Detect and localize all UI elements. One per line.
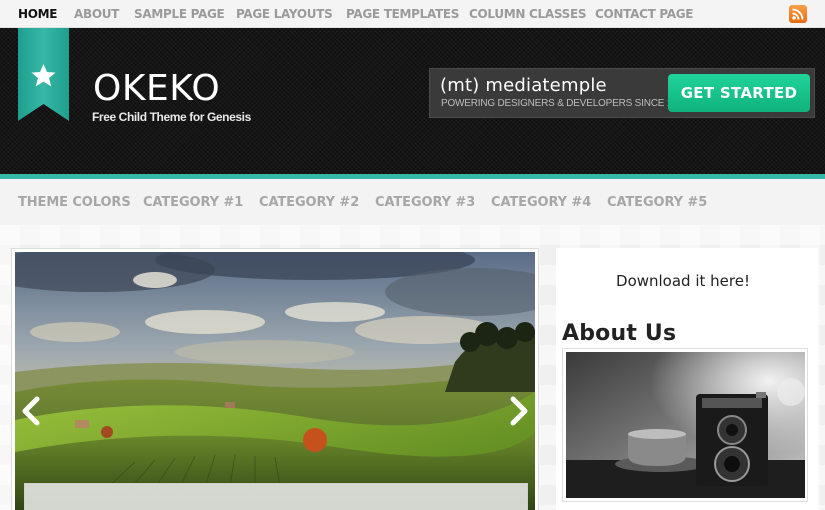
ad-brand-logo: (mt) mediatemple — [440, 75, 607, 96]
subnav-category-5[interactable]: CATEGORY #5 — [607, 179, 707, 225]
top-navigation: HOME ABOUT SAMPLE PAGE PAGE LAYOUTS PAGE… — [0, 0, 825, 28]
site-title[interactable]: OKEKO — [93, 71, 220, 107]
mediatemple-ad-banner[interactable]: (mt) mediatemple POWERING DESIGNERS & DE… — [429, 68, 815, 118]
chevron-right-icon[interactable] — [506, 396, 532, 426]
chevron-left-icon[interactable] — [18, 396, 44, 426]
top-nav-page-layouts[interactable]: PAGE LAYOUTS — [236, 0, 333, 28]
top-nav-sample-page[interactable]: SAMPLE PAGE — [134, 0, 225, 28]
star-ribbon-icon — [18, 28, 69, 121]
download-link[interactable]: Download it here! — [556, 272, 810, 290]
top-nav-contact-page[interactable]: CONTACT PAGE — [595, 0, 694, 28]
landscape-hills-photo[interactable] — [15, 252, 535, 510]
subnav-category-2[interactable]: CATEGORY #2 — [259, 179, 359, 225]
subnav-category-3[interactable]: CATEGORY #3 — [375, 179, 475, 225]
category-navigation: THEME COLORS CATEGORY #1 CATEGORY #2 CAT… — [0, 179, 825, 225]
get-started-button[interactable]: GET STARTED — [668, 74, 810, 112]
subnav-category-1[interactable]: CATEGORY #1 — [143, 179, 243, 225]
about-us-heading: About Us — [562, 321, 677, 346]
top-nav-page-templates[interactable]: PAGE TEMPLATES — [346, 0, 459, 28]
top-nav-column-classes[interactable]: COLUMN CLASSES — [469, 0, 587, 28]
rss-feed-icon[interactable] — [789, 5, 807, 23]
slide-caption[interactable] — [24, 483, 528, 510]
top-nav-about[interactable]: ABOUT — [74, 0, 119, 28]
camera-and-coffee-photo — [566, 352, 805, 498]
subnav-theme-colors[interactable]: THEME COLORS — [18, 179, 131, 225]
ad-tagline: POWERING DESIGNERS & DEVELOPERS SINCE 19… — [441, 98, 691, 109]
top-nav-home[interactable]: HOME — [18, 0, 57, 28]
site-description: Free Child Theme for Genesis — [92, 110, 251, 124]
subnav-category-4[interactable]: CATEGORY #4 — [491, 179, 591, 225]
